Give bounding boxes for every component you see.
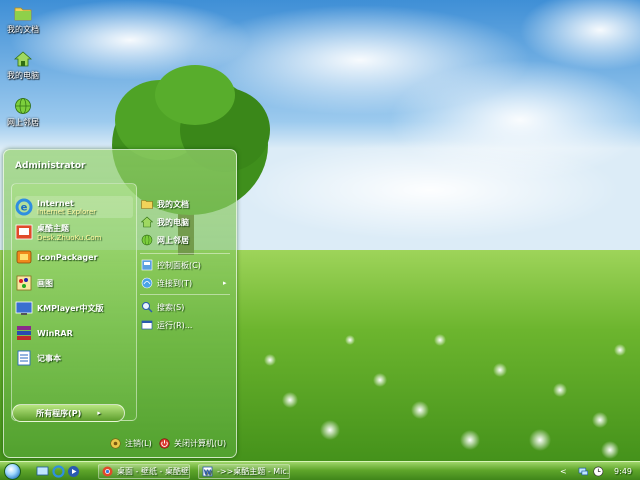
chrome-icon [102, 466, 113, 477]
control-panel-item[interactable]: 控制面板(C) [141, 258, 201, 272]
chevron-right-icon: ▸ [223, 279, 227, 287]
folder-icon [14, 7, 32, 21]
menu-separator [140, 253, 230, 254]
desktop-icon-label: 我的文档 [7, 25, 39, 34]
program-subtitle: Desk.ZhuoKu.Com [37, 233, 102, 242]
place-my-computer[interactable]: 我的电脑 [141, 215, 189, 229]
program-subtitle: Internet Explorer [37, 207, 97, 216]
all-programs-button[interactable]: 所有程序(P) ▸ [12, 404, 125, 422]
program-name: WinRAR [37, 328, 73, 338]
search-label: 搜索(S) [157, 302, 185, 312]
connect-to-item[interactable]: 连接到(T) [141, 276, 192, 290]
logoff-label: 注销(L) [125, 438, 152, 448]
ie-icon: e [15, 198, 33, 216]
taskbar: 桌面 - 壁纸 - 桌酷壁... W ->>桌酷主题 - Mic... < 9:… [0, 461, 640, 480]
program-winrar[interactable]: WinRAR [15, 322, 133, 344]
show-desktop-icon[interactable] [36, 465, 49, 478]
program-name: KMPlayer中文版 [37, 303, 104, 313]
program-name: 画图 [37, 278, 53, 288]
connect-to-label: 连接到(T) [157, 278, 193, 288]
taskbar-button-browser[interactable]: 桌面 - 壁纸 - 桌酷壁... [98, 464, 190, 479]
paint-icon [16, 275, 32, 291]
program-zhuoku-theme[interactable]: 桌酷主题 Desk.ZhuoKu.Com [15, 221, 133, 243]
computer-icon [141, 216, 153, 228]
shutdown-label: 关闭计算机(U) [174, 438, 227, 448]
place-label: 我的文档 [157, 199, 189, 209]
place-my-documents[interactable]: 我的文档 [141, 197, 189, 211]
control-panel-label: 控制面板(C) [157, 260, 201, 270]
desktop-icon-network[interactable]: 网上邻居 [2, 97, 44, 128]
taskbar-button-label: 桌面 - 壁纸 - 桌酷壁... [117, 467, 190, 476]
all-programs-label: 所有程序(P) [36, 408, 82, 418]
tray-expand-button[interactable]: < [560, 467, 567, 476]
run-label: 运行(R)... [157, 320, 193, 330]
power-icon [159, 437, 170, 449]
desktop-icon-my-documents[interactable]: 我的文档 [2, 4, 44, 35]
place-network[interactable]: 网上邻居 [141, 233, 189, 247]
folder-icon [141, 200, 153, 209]
menu-separator [140, 294, 230, 295]
media-quicklaunch-icon[interactable] [67, 465, 80, 478]
theme-icon [15, 224, 33, 240]
connect-icon [141, 277, 153, 289]
desktop-icon-label: 网上邻居 [7, 118, 39, 127]
globe-icon [15, 98, 31, 114]
desktop-icon-my-computer[interactable]: 我的电脑 [2, 50, 44, 81]
place-label: 我的电脑 [157, 217, 189, 227]
start-button[interactable] [4, 463, 21, 480]
place-label: 网上邻居 [157, 235, 189, 245]
network-status-icon[interactable] [578, 466, 589, 477]
program-name: 桌酷主题 [37, 223, 69, 233]
key-icon [110, 437, 121, 449]
svg-text:e: e [21, 203, 28, 214]
desktop-icon-label: 我的电脑 [7, 71, 39, 80]
program-paint[interactable]: 画图 [15, 272, 133, 294]
search-icon [142, 302, 153, 313]
taskbar-button-label: ->>桌酷主题 - Mic... [217, 467, 290, 476]
svg-text:W: W [204, 469, 212, 477]
clock-icon[interactable] [593, 466, 604, 477]
taskbar-clock[interactable]: 9:49 [614, 467, 632, 476]
program-iconpackager[interactable]: IconPackager [15, 246, 133, 268]
program-name: 记事本 [37, 353, 61, 363]
word-icon: W [202, 466, 213, 477]
taskbar-button-word[interactable]: W ->>桌酷主题 - Mic... [198, 464, 290, 479]
iconpackager-icon [16, 250, 32, 264]
kmplayer-icon [15, 301, 33, 315]
winrar-icon [17, 326, 31, 340]
run-item[interactable]: 运行(R)... [141, 318, 192, 332]
program-internet-explorer[interactable]: e Internet Internet Explorer [15, 196, 133, 218]
system-tray: < 9:49 [560, 462, 640, 480]
chevron-right-icon: ▸ [97, 409, 101, 417]
network-icon [141, 234, 153, 246]
notepad-icon [17, 350, 31, 366]
start-menu-username: Administrator [15, 161, 86, 171]
program-kmplayer[interactable]: KMPlayer中文版 [15, 297, 133, 319]
program-name: Internet [37, 198, 74, 208]
program-name: IconPackager [37, 252, 98, 262]
run-icon [141, 320, 153, 330]
control-panel-icon [141, 259, 153, 271]
logoff-button[interactable]: 注销(L) [110, 436, 152, 450]
house-icon [14, 51, 32, 67]
search-item[interactable]: 搜索(S) [141, 300, 184, 314]
program-notepad[interactable]: 记事本 [15, 347, 133, 369]
shutdown-button[interactable]: 关闭计算机(U) [159, 436, 226, 450]
ie-quicklaunch-icon[interactable] [52, 465, 65, 478]
